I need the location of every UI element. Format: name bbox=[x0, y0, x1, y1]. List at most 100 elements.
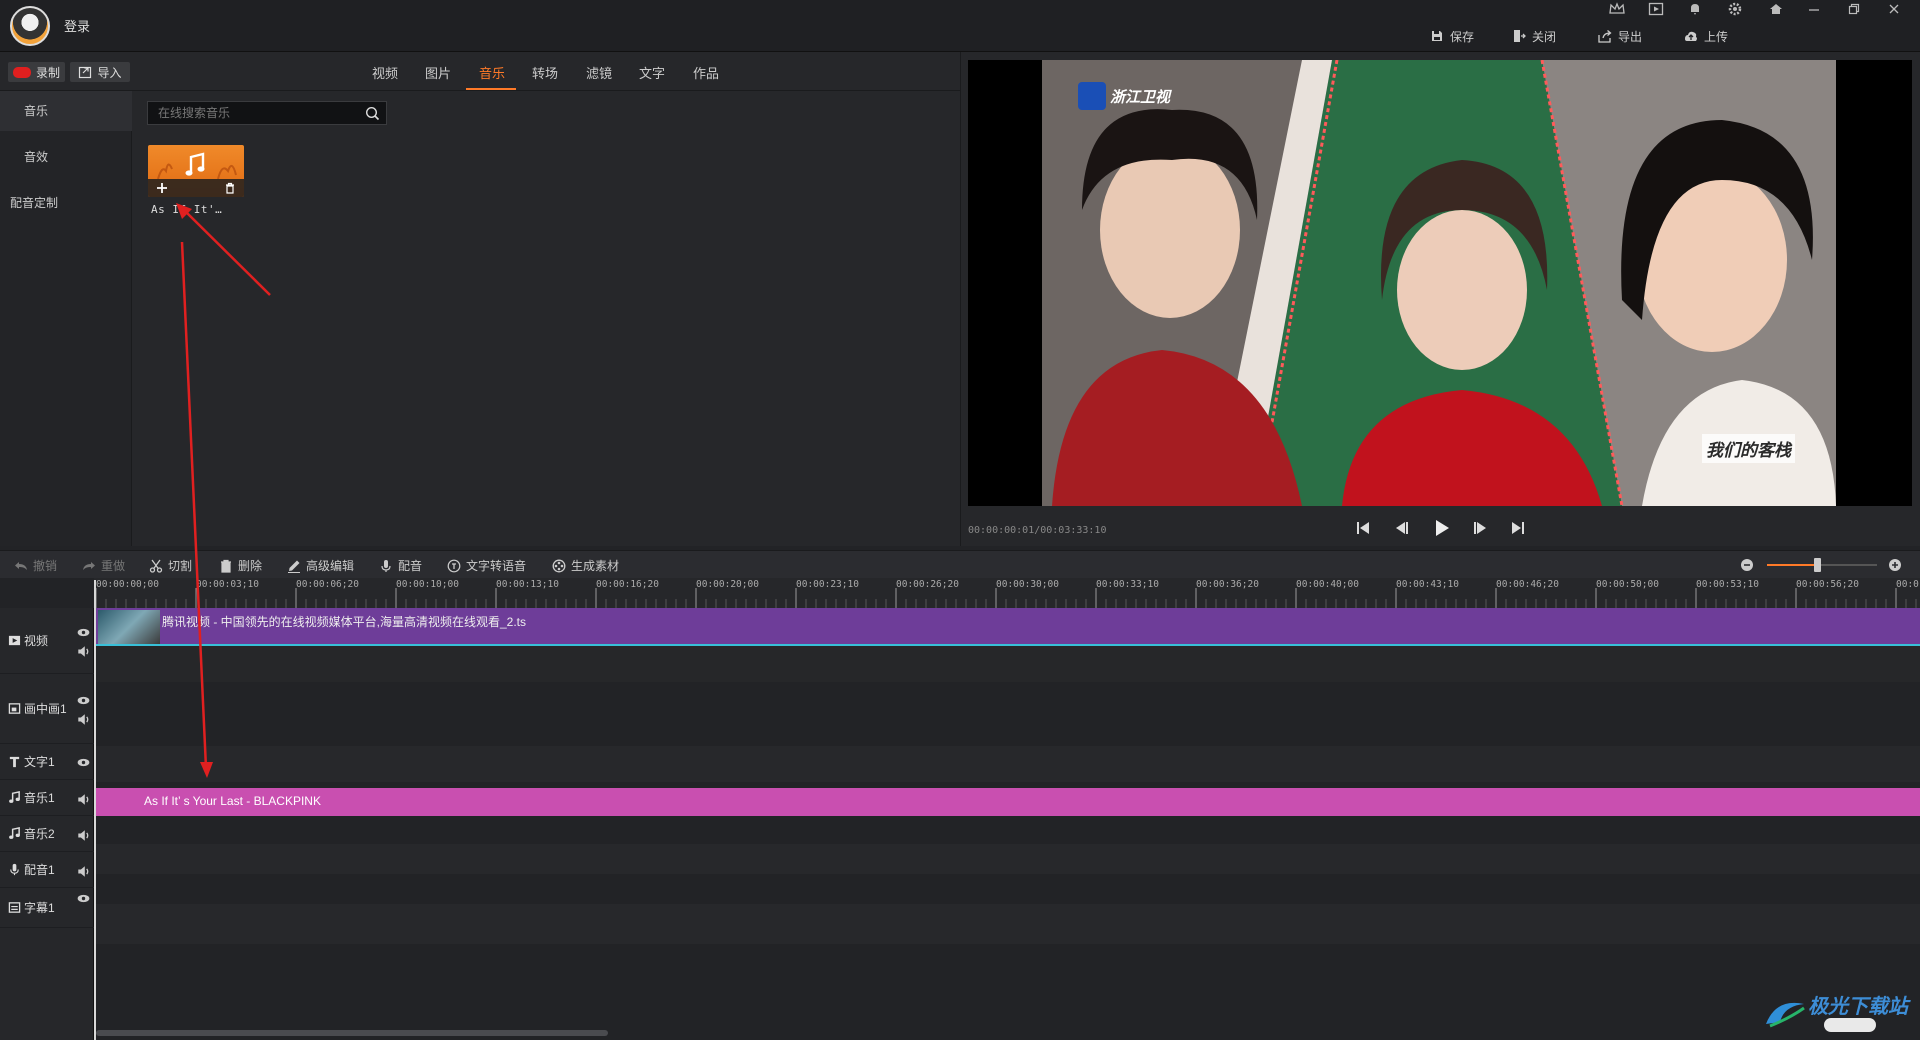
music-search-box bbox=[147, 101, 387, 125]
zoom-slider-handle[interactable] bbox=[1813, 558, 1821, 572]
timeline-horizontal-scrollbar[interactable] bbox=[96, 1030, 608, 1036]
import-label: 导入 bbox=[97, 65, 122, 80]
crown-icon[interactable] bbox=[1608, 2, 1630, 20]
track-area[interactable] bbox=[94, 608, 1920, 1040]
skip-to-end-button[interactable] bbox=[1506, 517, 1530, 539]
dub-label: 配音 bbox=[398, 559, 423, 573]
tab-image[interactable]: 图片 bbox=[425, 63, 451, 82]
upload-button[interactable]: 上传 bbox=[1684, 26, 1728, 46]
redo-button[interactable]: 重做 bbox=[82, 557, 125, 574]
ruler-tick-label: 00:00:10;00 bbox=[396, 579, 459, 590]
cut-label: 切割 bbox=[168, 559, 193, 573]
ruler-tick-label: 00:00:06;20 bbox=[296, 579, 359, 590]
track-header-dub1[interactable]: 配音1 bbox=[0, 852, 94, 888]
export-button[interactable]: 导出 bbox=[1598, 26, 1642, 46]
tab-music[interactable]: 音乐 bbox=[479, 63, 505, 82]
ruler-tick-label: 00:00:46;20 bbox=[1496, 579, 1559, 590]
speaker-icon[interactable] bbox=[77, 713, 90, 726]
delete-button[interactable]: 删除 bbox=[219, 557, 262, 574]
track-header-pip1[interactable]: 画中画1 bbox=[0, 674, 94, 744]
ruler-tick-label: 00:00:56;20 bbox=[1796, 579, 1859, 590]
tab-transition[interactable]: 转场 bbox=[532, 63, 558, 82]
ruler-tick-label: 00:00:30;00 bbox=[996, 579, 1059, 590]
zoom-in-icon[interactable] bbox=[1888, 558, 1902, 572]
skin-icon[interactable] bbox=[1768, 2, 1790, 20]
speaker-icon[interactable] bbox=[77, 645, 90, 658]
skip-to-start-button[interactable] bbox=[1351, 517, 1375, 539]
advanced-edit-button[interactable]: 高级编辑 bbox=[287, 557, 354, 574]
door-exit-icon bbox=[1514, 30, 1526, 42]
speaker-icon[interactable] bbox=[77, 865, 90, 878]
play-window-icon[interactable] bbox=[1648, 2, 1670, 20]
tab-text[interactable]: 文字 bbox=[639, 63, 665, 82]
track-header-subtitle1[interactable]: 字幕1 bbox=[0, 888, 94, 928]
app-logo[interactable] bbox=[10, 6, 50, 46]
dub-button[interactable]: 配音 bbox=[379, 557, 422, 574]
eye-icon[interactable] bbox=[77, 756, 90, 769]
generate-material-label: 生成素材 bbox=[571, 559, 620, 573]
music-note-icon bbox=[157, 152, 237, 179]
import-button[interactable]: 导入 bbox=[70, 62, 130, 82]
cloud-upload-icon bbox=[1685, 31, 1697, 41]
save-button[interactable]: 保存 bbox=[1430, 26, 1474, 46]
track-header-text1[interactable]: 文字1 bbox=[0, 744, 94, 780]
zoom-slider-fill bbox=[1767, 564, 1817, 566]
sidebar-item-music[interactable]: 音乐 bbox=[0, 91, 132, 131]
zoom-out-icon[interactable] bbox=[1740, 558, 1754, 572]
bell-icon[interactable] bbox=[1688, 2, 1710, 20]
subtitle-track-icon bbox=[8, 902, 21, 913]
track-header-music2[interactable]: 音乐2 bbox=[0, 816, 94, 852]
previous-frame-button[interactable] bbox=[1390, 517, 1414, 539]
audio-clip-name: As If It’ s Your Last - BLACKPINK bbox=[144, 794, 321, 808]
add-to-timeline-icon[interactable] bbox=[156, 182, 168, 194]
music-item-label[interactable]: As If It'… bbox=[151, 203, 222, 216]
text-to-speech-button[interactable]: 文字转语音 bbox=[447, 557, 526, 574]
undo-button[interactable]: 撤销 bbox=[14, 557, 57, 574]
timeline-ruler[interactable]: 00:00:00;00 00:00:03;10 00:00:06;20 00:00:1… bbox=[94, 578, 1920, 608]
close-project-button[interactable]: 关闭 bbox=[1512, 26, 1556, 46]
search-icon[interactable] bbox=[365, 106, 380, 121]
sidebar-item-sound-effects[interactable]: 音效 bbox=[0, 137, 132, 177]
gear-icon[interactable] bbox=[1728, 2, 1750, 20]
ruler-tick-label: 00:00:20;00 bbox=[696, 579, 759, 590]
zoom-slider[interactable] bbox=[1767, 564, 1877, 566]
skip-end-icon bbox=[1512, 522, 1524, 534]
play-button[interactable] bbox=[1429, 517, 1453, 539]
cut-button[interactable]: 切割 bbox=[149, 557, 192, 574]
text-track-icon bbox=[9, 756, 20, 768]
prev-frame-icon bbox=[1396, 522, 1408, 534]
record-button[interactable]: 录制 bbox=[8, 62, 65, 82]
video-track-icon bbox=[8, 635, 21, 646]
eye-icon[interactable] bbox=[77, 892, 90, 905]
sidebar-item-custom-dub[interactable]: 配音定制 bbox=[0, 183, 132, 223]
login-link[interactable]: 登录 bbox=[64, 16, 90, 35]
speaker-icon[interactable] bbox=[77, 829, 90, 842]
speaker-icon[interactable] bbox=[77, 793, 90, 806]
tab-video[interactable]: 视频 bbox=[372, 63, 398, 82]
track-label: 字幕1 bbox=[24, 901, 55, 915]
next-frame-button[interactable] bbox=[1468, 517, 1492, 539]
save-icon bbox=[1432, 31, 1442, 41]
tab-works[interactable]: 作品 bbox=[693, 63, 719, 82]
watermark-text: 极光下载站 bbox=[1808, 996, 1908, 1018]
ruler-tick-label: 00:00:13;10 bbox=[496, 579, 559, 590]
search-input[interactable] bbox=[158, 105, 358, 121]
playhead[interactable] bbox=[94, 580, 96, 1040]
generate-material-button[interactable]: 生成素材 bbox=[552, 557, 619, 574]
close-icon[interactable] bbox=[1888, 2, 1910, 20]
music-item-thumbnail[interactable] bbox=[148, 145, 244, 197]
restore-icon[interactable] bbox=[1848, 2, 1870, 20]
eye-icon[interactable] bbox=[77, 626, 90, 639]
tab-filter[interactable]: 滤镜 bbox=[586, 63, 612, 82]
track-header-music1[interactable]: 音乐1 bbox=[0, 780, 94, 816]
minimize-icon[interactable] bbox=[1808, 2, 1830, 20]
ruler-tick-label: 00:00:40;00 bbox=[1296, 579, 1359, 590]
close-project-label: 关闭 bbox=[1532, 29, 1557, 44]
channel-logo-icon bbox=[1078, 82, 1106, 110]
ruler-tick-label: 00:00:33;10 bbox=[1096, 579, 1159, 590]
trash-icon[interactable] bbox=[224, 182, 236, 194]
audio-clip[interactable] bbox=[96, 788, 1920, 816]
edit-toolbar: 撤销 重做 切割 删除 高级编辑 配音 文字转语音 生成素材 bbox=[0, 550, 1920, 578]
eye-icon[interactable] bbox=[77, 694, 90, 707]
track-header-video[interactable]: 视频 bbox=[0, 608, 94, 674]
